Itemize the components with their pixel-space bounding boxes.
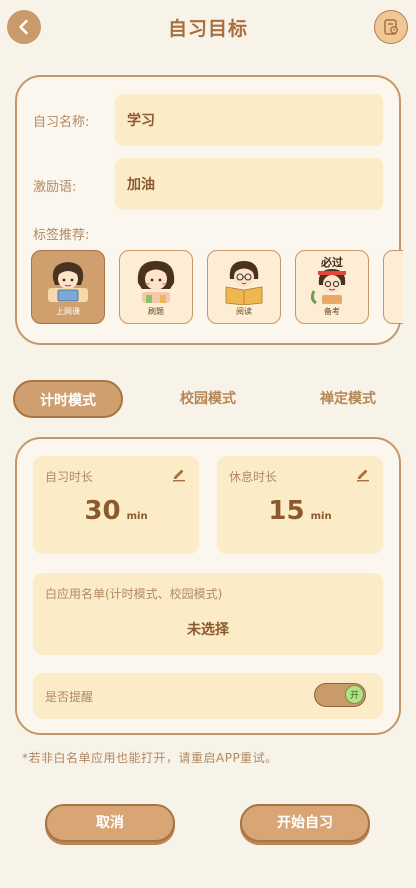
history-button[interactable]: [374, 10, 408, 44]
motto-label: 激励语:: [33, 180, 77, 195]
header: 自习目标: [0, 0, 416, 56]
study-duration: 30 min: [33, 496, 199, 526]
whitelist-box[interactable]: 白应用名单(计时模式、校园模式) 未选择: [33, 573, 383, 655]
whitelist-value: 未选择: [187, 622, 229, 638]
thinking-girl-icon: [137, 261, 175, 303]
exam-badge-text: 必过: [320, 255, 343, 269]
history-icon: [384, 19, 398, 35]
motto-value: 加油: [127, 177, 155, 193]
whitelist-label: 白应用名单(计时模式、校园模式): [45, 587, 223, 601]
pencil-icon[interactable]: [355, 466, 371, 482]
tag-label: 阅读: [236, 307, 252, 316]
toggle-knob: 开: [345, 685, 364, 704]
tag-online-class[interactable]: 上网课: [31, 250, 105, 324]
study-duration-box[interactable]: 自习时长 30 min: [33, 456, 199, 554]
rest-duration-label: 休息时长: [229, 470, 278, 484]
name-label: 自习名称:: [33, 115, 90, 130]
tag-exam-prep[interactable]: 必过 备考: [295, 250, 369, 324]
rest-duration: 15 min: [217, 496, 383, 526]
remind-toggle[interactable]: 开: [314, 683, 366, 707]
motto-field[interactable]: 加油: [115, 158, 383, 210]
exam-girl-icon: 必过: [310, 255, 346, 305]
rest-duration-box[interactable]: 休息时长 15 min: [217, 456, 383, 554]
cancel-button[interactable]: 取消: [45, 804, 175, 842]
tags-label: 标签推荐:: [33, 228, 90, 243]
tab-campus-mode[interactable]: 校园模式: [153, 380, 263, 418]
study-duration-label: 自习时长: [45, 470, 94, 484]
tab-timer-mode[interactable]: 计时模式: [13, 380, 123, 418]
tag-label: 备考: [324, 307, 340, 316]
tag-more[interactable]: [383, 250, 403, 324]
tag-reading[interactable]: 阅读: [207, 250, 281, 324]
remind-label: 是否提醒: [45, 690, 94, 704]
study-duration-value: 30: [84, 496, 121, 526]
laptop-girl-icon: [48, 262, 88, 302]
tag-list: 上网课 刷题 阅读 必过 备考: [31, 248, 403, 328]
timer-settings-card: 自习时长 30 min 休息时长 15 min 白应用名单(计时模式、校园模式) 未…: [15, 437, 401, 735]
name-value: 学习: [127, 113, 155, 129]
start-study-button[interactable]: 开始自习: [240, 804, 370, 842]
pencil-icon[interactable]: [171, 466, 187, 482]
rest-duration-unit: min: [310, 511, 332, 522]
tag-practice[interactable]: 刷题: [119, 250, 193, 324]
tag-label: 上网课: [56, 307, 80, 316]
tab-zen-mode[interactable]: 禅定模式: [293, 380, 403, 418]
name-field[interactable]: 学习: [115, 94, 383, 146]
whitelist-note: *若非白名单应用也能打开，请重启APP重试。: [22, 751, 278, 765]
remind-row: 是否提醒 开: [33, 673, 383, 719]
page-title: 自习目标: [167, 18, 248, 40]
rest-duration-value: 15: [268, 496, 305, 526]
tag-label: 刷题: [148, 307, 164, 316]
reading-girl-icon: [225, 261, 263, 305]
goal-card: 自习名称: 学习 激励语: 加油 标签推荐: 上网课 刷题 阅读 必过 备考: [15, 75, 403, 345]
study-duration-unit: min: [126, 511, 148, 522]
